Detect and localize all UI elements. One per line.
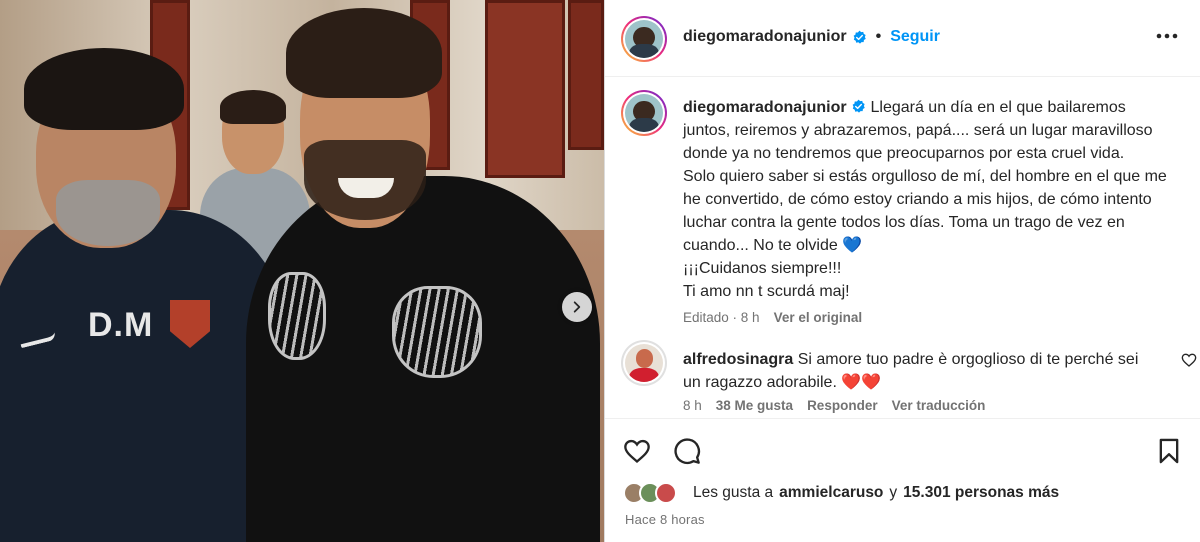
caption-text: Llegará un día en el que bailaremos junt… (683, 99, 1167, 300)
caption-text-block: diegomaradonajunior Llegará un día en el… (683, 96, 1173, 303)
comment-meta: 8 h 38 Me gusta Responder Ver traducción (683, 398, 985, 413)
photo-man-right-hair (286, 8, 442, 98)
post-photo[interactable]: D.M (0, 0, 604, 542)
author-avatar[interactable] (625, 20, 663, 58)
post-timestamp: Hace 8 horas (625, 512, 705, 527)
comment-like-heart-icon[interactable] (1181, 352, 1197, 368)
comment-icon[interactable] (673, 437, 701, 465)
likes-others-count[interactable]: 15.301 personas más (903, 484, 1059, 502)
caption-meta: Editado · 8 h Ver el original (683, 310, 862, 325)
photo-door (568, 0, 604, 150)
photo-man-left-hair (24, 48, 184, 130)
follow-button[interactable]: Seguir (890, 28, 940, 46)
commenter-avatar-ring[interactable] (621, 340, 667, 386)
heart-icon[interactable] (623, 437, 651, 465)
liker-username[interactable]: ammielcaruso (779, 484, 883, 502)
jersey-initials: D.M (88, 306, 154, 344)
tiger-print-left (268, 272, 326, 360)
carousel-next-button[interactable] (562, 292, 592, 322)
see-original-link[interactable]: Ver el original (774, 310, 863, 325)
likes-connector: y (889, 484, 898, 501)
caption-edited-time: Editado · 8 h (683, 310, 760, 325)
comment-text-block: alfredosinagra Si amore tuo padre è orgo… (683, 348, 1153, 394)
photo-door (485, 0, 565, 178)
post-header: diegomaradonajunior • Seguir (605, 0, 1200, 77)
author-avatar-ring[interactable] (621, 16, 667, 62)
photo-child-hair (220, 90, 286, 124)
commenter-avatar[interactable] (625, 344, 663, 382)
liker-avatar (655, 482, 677, 504)
commenter-username[interactable]: alfredosinagra (683, 351, 793, 368)
reply-button[interactable]: Responder (807, 398, 878, 413)
author-header: diegomaradonajunior • Seguir (683, 28, 940, 46)
separator-dot: • (875, 28, 882, 45)
post-side-panel: diegomaradonajunior • Seguir diegomarado… (604, 0, 1200, 542)
verified-badge-icon (853, 30, 866, 44)
caption-username[interactable]: diegomaradonajunior (683, 99, 847, 116)
chevron-right-icon (573, 301, 581, 313)
comment-time: 8 h (683, 398, 702, 413)
see-translation-link[interactable]: Ver traducción (892, 398, 986, 413)
caption-avatar[interactable] (625, 94, 663, 132)
verified-badge-icon (852, 99, 865, 113)
comments-section: diegomaradonajunior Llegará un día en el… (605, 78, 1200, 418)
author-username[interactable]: diegomaradonajunior (683, 28, 847, 46)
likes-prefix: Les gusta a (693, 484, 774, 501)
caption-avatar-ring[interactable] (621, 90, 667, 136)
tiger-print-right (392, 286, 482, 378)
more-options-button[interactable] (1155, 24, 1179, 48)
photo-man-left-beard (56, 180, 160, 246)
likes-summary: Les gusta a ammielcaruso y 15.301 person… (623, 482, 1059, 504)
bookmark-icon[interactable] (1155, 437, 1183, 465)
liker-avatars[interactable] (623, 482, 687, 504)
comment-likes-count[interactable]: 38 Me gusta (716, 398, 793, 413)
more-options-icon (1156, 33, 1178, 39)
